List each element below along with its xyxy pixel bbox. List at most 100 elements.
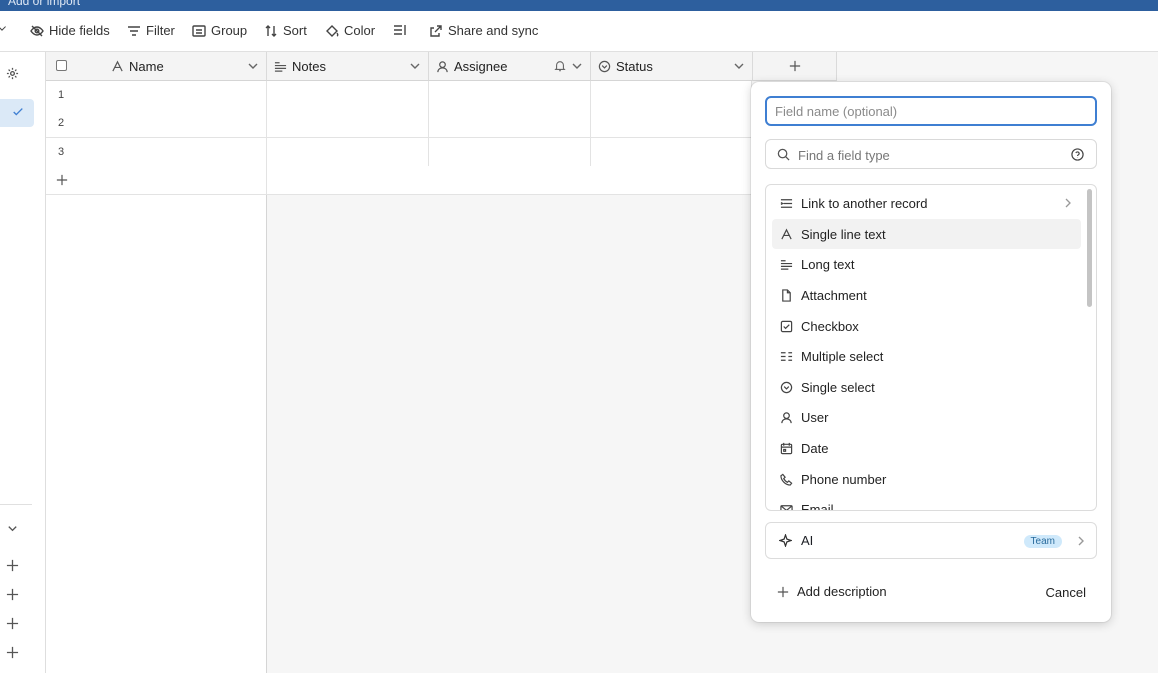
paint-bucket-icon (326, 24, 339, 37)
column-header-assignee[interactable]: Assignee (429, 52, 591, 81)
table-row[interactable]: 3 (46, 138, 752, 167)
assignee-cell[interactable] (429, 109, 591, 137)
hide-fields-button[interactable]: Hide fields (30, 23, 110, 38)
chevron-down-icon[interactable] (572, 61, 582, 71)
add-description-button[interactable]: Add description (777, 584, 887, 599)
table-row[interactable]: 2 (46, 109, 752, 138)
help-circle-icon[interactable] (1071, 148, 1084, 161)
notes-cell[interactable] (267, 81, 429, 109)
text-a-icon (112, 60, 123, 71)
bell-icon[interactable] (554, 60, 566, 72)
chevron-right-icon (1078, 536, 1084, 546)
field-name-input[interactable] (765, 96, 1097, 126)
text-a-icon (781, 228, 792, 239)
window-title: Add or import (8, 0, 81, 8)
row-height-button[interactable] (393, 23, 407, 37)
filter-button[interactable]: Filter (127, 23, 175, 38)
field-type-search[interactable] (765, 139, 1097, 169)
window-titlebar: Add or import (0, 0, 1158, 11)
sort-icon (265, 24, 277, 37)
field-type-checkbox[interactable]: Checkbox (772, 311, 1081, 341)
field-type-date[interactable]: Date (772, 433, 1081, 463)
eye-slash-icon (30, 25, 44, 36)
check-icon (13, 108, 23, 116)
user-icon (437, 60, 448, 72)
add-plus-icon[interactable] (4, 644, 20, 660)
field-type-long-text[interactable]: Long text (772, 249, 1081, 279)
cancel-button[interactable]: Cancel (1046, 585, 1086, 600)
plan-badge: Team (1023, 535, 1062, 548)
row-number-cell[interactable]: 1 (46, 81, 267, 109)
add-plus-icon[interactable] (4, 557, 20, 573)
field-type-search-input[interactable] (798, 145, 1058, 165)
column-header-notes[interactable]: Notes (267, 52, 429, 81)
chevron-right-icon (1065, 198, 1071, 208)
multi-select-icon (780, 351, 793, 361)
color-button[interactable]: Color (325, 23, 375, 38)
chevron-down-icon[interactable] (734, 61, 744, 71)
chevron-down-icon[interactable] (248, 61, 258, 71)
chevron-down-icon[interactable] (410, 61, 420, 71)
assignee-cell[interactable] (429, 81, 591, 109)
notes-cell[interactable] (267, 138, 429, 166)
field-type-single-line-text[interactable]: Single line text (772, 219, 1081, 249)
external-link-icon (430, 24, 442, 37)
divider (0, 504, 32, 505)
mail-icon (780, 504, 793, 510)
group-button[interactable]: Group (192, 23, 247, 38)
field-type-multiple-select[interactable]: Multiple select (772, 341, 1081, 371)
column-header-name[interactable]: Name (46, 52, 267, 81)
collapse-chevron-icon[interactable] (4, 520, 20, 536)
field-type-link-record[interactable]: Link to another record (772, 188, 1081, 218)
plus-icon (56, 174, 68, 186)
row-number-cell[interactable]: 3 (46, 138, 267, 166)
field-type-phone-number[interactable]: Phone number (772, 464, 1081, 494)
field-type-user[interactable]: User (772, 402, 1081, 432)
view-switcher-chevron-icon[interactable] (0, 23, 7, 33)
row-height-icon (394, 25, 406, 35)
left-rail (0, 52, 46, 673)
filter-icon (128, 25, 140, 36)
row-number-cell[interactable]: 2 (46, 109, 267, 137)
add-field-button[interactable] (753, 52, 837, 81)
status-cell[interactable] (591, 81, 752, 109)
search-icon (777, 148, 790, 161)
share-sync-button[interactable]: Share and sync (429, 23, 538, 38)
calendar-icon (780, 442, 793, 454)
phone-icon (780, 473, 793, 486)
add-plus-icon[interactable] (4, 615, 20, 631)
long-text-icon (274, 61, 287, 72)
add-plus-icon[interactable] (4, 586, 20, 602)
settings-gear-icon[interactable] (4, 65, 20, 81)
status-cell[interactable] (591, 138, 752, 166)
selected-view-item[interactable] (0, 99, 34, 127)
view-toolbar: Hide fields Filter Group Sort Color Shar… (0, 11, 1158, 52)
single-select-icon (780, 381, 793, 393)
group-icon (192, 24, 206, 37)
add-field-panel: Link to another record Single line text … (751, 82, 1111, 622)
sparkle-icon (779, 534, 792, 547)
add-record-row[interactable] (46, 166, 752, 195)
plus-icon (789, 60, 800, 72)
field-type-attachment[interactable]: Attachment (772, 280, 1081, 310)
long-text-icon (780, 259, 793, 270)
status-cell[interactable] (591, 109, 752, 137)
field-type-list: Link to another record Single line text … (765, 184, 1097, 511)
plus-icon (777, 586, 789, 597)
table-row[interactable]: 1 (46, 81, 752, 110)
column-header-status[interactable]: Status (591, 52, 753, 81)
list-scrollbar[interactable] (1087, 189, 1092, 307)
notes-cell[interactable] (267, 109, 429, 137)
ai-field-option[interactable]: AI Team (765, 522, 1097, 559)
user-icon (781, 411, 792, 423)
file-icon (782, 288, 791, 302)
field-type-email[interactable]: Email (772, 494, 1081, 510)
divider (266, 166, 267, 194)
link-record-icon (780, 198, 793, 208)
single-select-icon (598, 60, 611, 72)
sort-button[interactable]: Sort (264, 23, 307, 38)
checkbox-icon (780, 320, 793, 332)
select-all-checkbox[interactable] (56, 60, 67, 71)
field-type-single-select[interactable]: Single select (772, 372, 1081, 402)
assignee-cell[interactable] (429, 138, 591, 166)
